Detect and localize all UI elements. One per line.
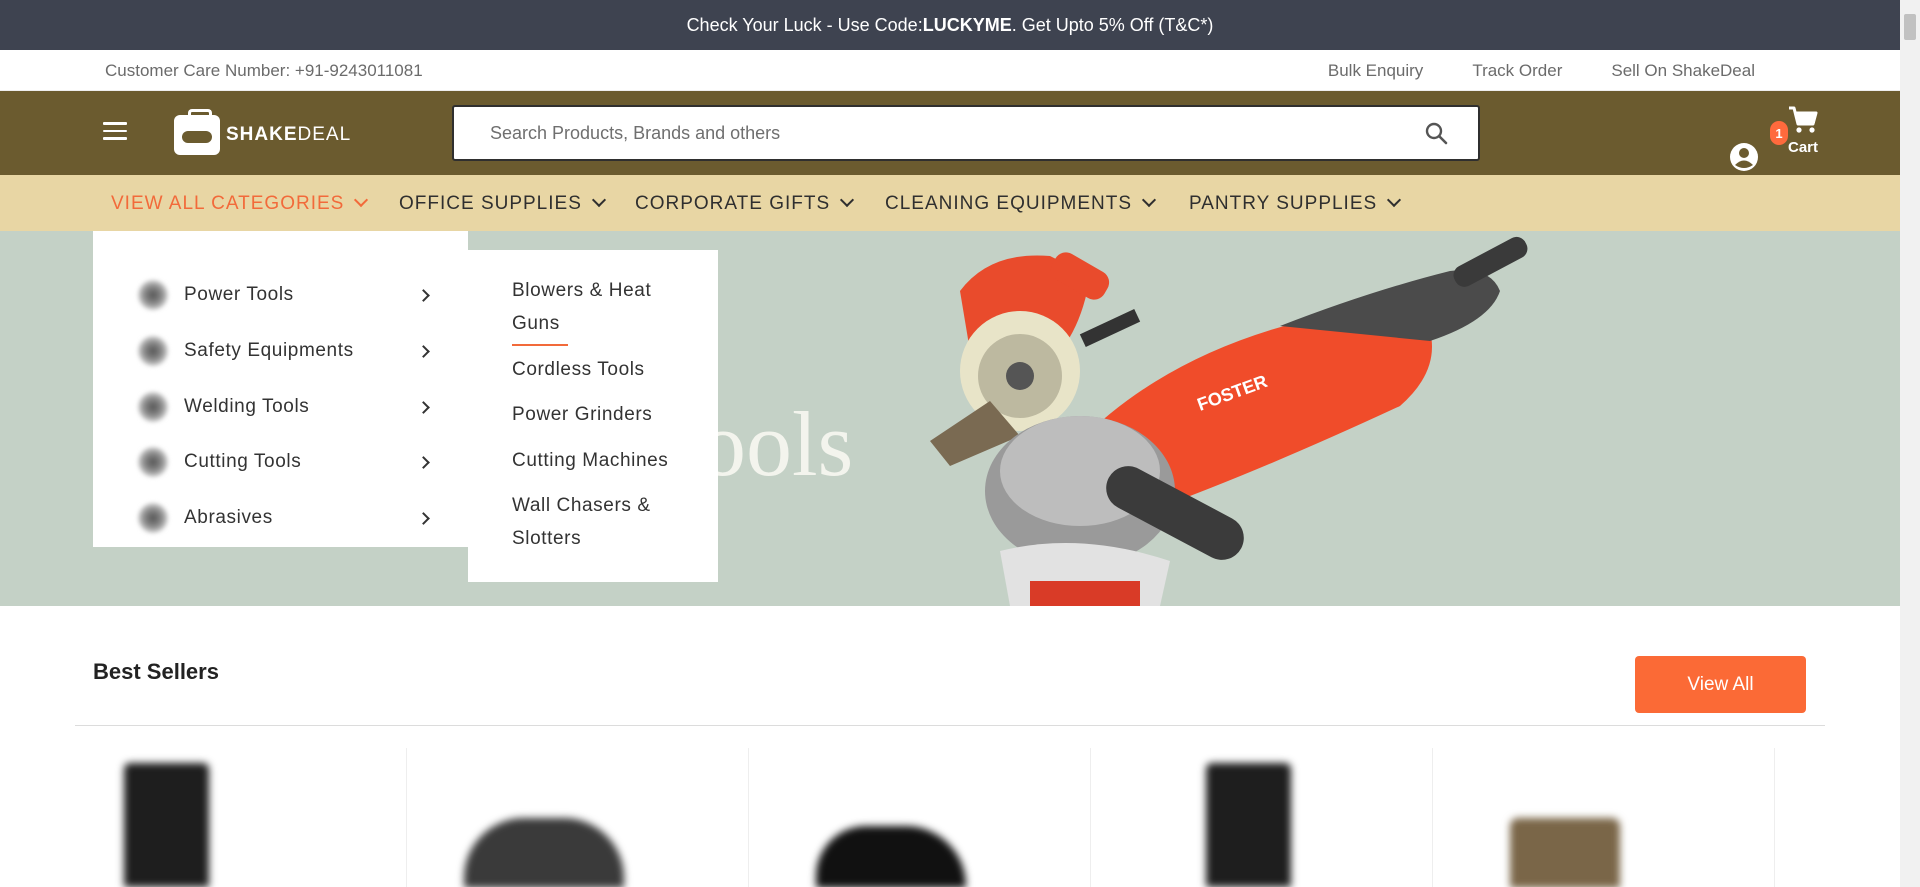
product-image [464, 818, 624, 887]
nav-pantry-supplies[interactable]: PANTRY SUPPLIES [1189, 192, 1402, 215]
chevron-right-icon [417, 344, 430, 358]
nav-label: VIEW ALL CATEGORIES [111, 193, 345, 214]
nav-office-supplies[interactable]: OFFICE SUPPLIES [399, 192, 606, 215]
logo-text: SHAKEDEAL [226, 124, 352, 145]
nav-label: OFFICE SUPPLIES [399, 193, 582, 214]
cart-count-badge: 1 [1770, 121, 1788, 145]
promo-suffix: . Get Upto 5% Off (T&C*) [1011, 14, 1214, 35]
nav-cleaning-equipments[interactable]: CLEANING EQUIPMENTS [885, 192, 1157, 215]
cart-button[interactable]: 1 Cart [1770, 103, 1830, 163]
promo-code: LUCKYME [922, 14, 1012, 35]
category-thumbnail [138, 392, 168, 422]
category-label: Welding Tools [184, 396, 310, 417]
track-order-link[interactable]: Track Order [1472, 61, 1562, 81]
chevron-right-icon [417, 400, 430, 414]
category-thumbnail [138, 503, 168, 533]
category-nav: VIEW ALL CATEGORIES OFFICE SUPPLIES CORP… [0, 175, 1900, 231]
categories-dropdown: Power Tools Safety Equipments Welding To… [93, 231, 468, 547]
chevron-right-icon [417, 455, 430, 469]
product-image [124, 763, 209, 887]
subcategory-blowers-heat-guns[interactable]: Blowers & Heat Guns [512, 274, 692, 340]
category-power-tools[interactable]: Power Tools [138, 275, 438, 315]
scrollbar-thumb[interactable] [1904, 14, 1916, 40]
hamburger-menu-icon[interactable] [103, 122, 127, 142]
nav-label: CLEANING EQUIPMENTS [885, 193, 1133, 214]
cart-icon [1789, 106, 1818, 133]
search-bar [452, 105, 1480, 161]
active-underline [512, 344, 568, 346]
nav-view-all-categories[interactable]: VIEW ALL CATEGORIES [111, 192, 369, 215]
product-image [1206, 763, 1291, 887]
chevron-down-icon [840, 192, 855, 208]
product-image [1510, 818, 1620, 887]
category-thumbnail [138, 447, 168, 477]
page: Check Your Luck - Use Code: LUCKYME. Get… [0, 0, 1920, 887]
subcategory-wall-chasers-slotters[interactable]: Wall Chasers & Slotters [512, 489, 692, 555]
chevron-down-icon [1141, 192, 1157, 208]
logo-briefcase-icon [174, 109, 220, 155]
subcategory-cordless-tools[interactable]: Cordless Tools [512, 353, 692, 386]
bulk-enquiry-link[interactable]: Bulk Enquiry [1328, 61, 1423, 81]
section-divider [75, 725, 1825, 726]
chevron-right-icon [417, 288, 430, 302]
chevron-down-icon [354, 192, 369, 208]
cart-label: Cart [1788, 139, 1819, 156]
best-sellers-carousel [92, 748, 1900, 887]
category-label: Abrasives [184, 507, 273, 528]
power-tools-image: FOSTER [930, 236, 1528, 606]
category-thumbnail [138, 280, 168, 310]
view-all-button[interactable]: View All [1635, 656, 1806, 713]
category-abrasives[interactable]: Abrasives [138, 498, 438, 538]
product-card[interactable] [1460, 748, 1775, 887]
subcategory-cutting-machines[interactable]: Cutting Machines [512, 444, 692, 477]
user-account-icon[interactable] [1729, 142, 1759, 172]
category-cutting-tools[interactable]: Cutting Tools [138, 442, 438, 482]
utility-links: Bulk Enquiry Track Order Sell On ShakeDe… [1328, 61, 1755, 81]
chevron-right-icon [417, 511, 430, 525]
best-sellers-title: Best Sellers [93, 659, 219, 684]
customer-care-number: Customer Care Number: +91-9243011081 [105, 61, 423, 80]
promo-prefix: Check Your Luck - Use Code: [686, 14, 923, 35]
utility-bar: Customer Care Number: +91-9243011081 Bul… [0, 50, 1900, 91]
product-card[interactable] [92, 748, 407, 887]
search-icon[interactable] [1424, 121, 1448, 145]
subcategory-power-grinders[interactable]: Power Grinders [512, 398, 692, 431]
product-card[interactable] [434, 748, 749, 887]
chevron-down-icon [591, 192, 606, 208]
shakedeal-logo[interactable]: SHAKEDEAL [174, 109, 352, 157]
search-input[interactable] [454, 107, 1414, 159]
sell-on-shakedeal-link[interactable]: Sell On ShakeDeal [1611, 61, 1755, 81]
product-image [816, 826, 966, 887]
subcategories-dropdown: Blowers & Heat Guns Cordless Tools Power… [468, 250, 718, 582]
product-card[interactable] [776, 748, 1091, 887]
product-card[interactable] [1118, 748, 1433, 887]
category-thumbnail [138, 336, 168, 366]
category-label: Power Tools [184, 284, 294, 305]
category-label: Safety Equipments [184, 340, 354, 361]
page-scrollbar[interactable] [1900, 0, 1920, 887]
main-header: SHAKEDEAL 1 Cart [0, 91, 1900, 175]
promo-bar[interactable]: Check Your Luck - Use Code: LUCKYME. Get… [0, 0, 1900, 50]
category-safety-equipments[interactable]: Safety Equipments [138, 331, 438, 371]
category-label: Cutting Tools [184, 451, 302, 472]
nav-label: CORPORATE GIFTS [635, 193, 831, 214]
category-welding-tools[interactable]: Welding Tools [138, 387, 438, 427]
hero-title-text: ools [700, 393, 854, 495]
chevron-down-icon [1387, 192, 1402, 208]
nav-label: PANTRY SUPPLIES [1189, 193, 1378, 214]
nav-corporate-gifts[interactable]: CORPORATE GIFTS [635, 192, 855, 215]
